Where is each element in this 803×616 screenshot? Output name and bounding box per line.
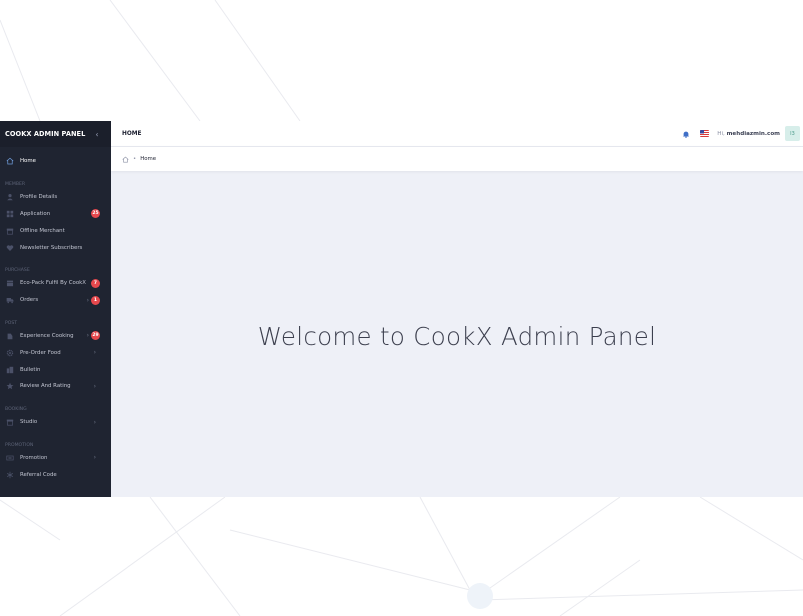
sidebar-item-label: Experience Cooking (20, 332, 74, 339)
home-icon[interactable] (122, 156, 129, 163)
grid-icon (5, 209, 14, 218)
bell-icon[interactable] (682, 130, 690, 138)
ticket-icon (5, 453, 14, 462)
star-icon (5, 382, 14, 391)
chevron-right-icon: › (86, 296, 89, 304)
gear-icon (5, 348, 14, 357)
store-icon (5, 226, 14, 235)
brand-header: COOKX ADMIN PANEL ‹ (0, 121, 111, 147)
avatar[interactable]: I3 (785, 126, 800, 141)
sidebar-item-label: Studio (20, 419, 38, 426)
sidebar-item-label: Orders (20, 297, 39, 304)
asterisk-icon (5, 470, 14, 479)
brand-title: COOKX ADMIN PANEL (5, 130, 86, 138)
breadcrumb-current: Home (140, 156, 157, 162)
chef-icon (5, 331, 14, 340)
sidebar-item-offline-merchant[interactable]: Offline Merchant (0, 222, 111, 239)
us-flag-icon[interactable] (700, 130, 710, 137)
username: mehdiazmin.com (726, 130, 780, 137)
sidebar-item-label: Application (20, 210, 51, 217)
sidebar-item-orders[interactable]: Orders › 1 (0, 292, 111, 309)
sidebar-item-label: Pre-Order Food (20, 349, 61, 356)
greeting-text: Hi, (717, 130, 725, 137)
count-badge: 7 (91, 278, 100, 288)
count-badge: 25 (91, 209, 100, 219)
chevron-right-icon: › (93, 382, 96, 390)
topbar-actions: Hi, mehdiazmin.com I3 (682, 126, 800, 141)
sidebar-item-referral-code[interactable]: Referral Code (0, 466, 111, 483)
breadcrumb-separator: • (133, 156, 137, 162)
user-icon (5, 193, 14, 202)
sidebar-item-label: Profile Details (20, 194, 58, 201)
sidebar-item-label: Offline Merchant (20, 227, 65, 234)
sidebar-item-home[interactable]: Home (0, 153, 111, 170)
content-area: Welcome to CookX Admin Panel (111, 171, 803, 497)
sidebar-nav: Home MEMBER Profile Details Application … (0, 147, 111, 483)
sidebar-item-experience-cooking[interactable]: Experience Cooking › 29 (0, 328, 111, 345)
sidebar-item-bulletin[interactable]: Bulletin (0, 361, 111, 378)
section-title-booking: BOOKING (5, 406, 27, 412)
studio-icon (5, 418, 14, 427)
breadcrumb: • Home (111, 147, 803, 171)
sidebar-item-review-and-rating[interactable]: Review And Rating › (0, 378, 111, 395)
heart-icon (5, 243, 14, 252)
chevron-right-icon: › (93, 418, 96, 426)
count-badge: 29 (91, 331, 100, 341)
chevron-right-icon: › (93, 349, 96, 357)
sidebar-item-label: Referral Code (20, 471, 57, 478)
sidebar-item-studio[interactable]: Studio › (0, 414, 111, 431)
sidebar-item-newsletter-subscribers[interactable]: Newsletter Subscribers (0, 239, 111, 256)
chevron-right-icon: › (86, 332, 89, 340)
section-title-post: POST (5, 320, 18, 326)
welcome-heading: Welcome to CookX Admin Panel (257, 321, 657, 351)
sidebar-item-label: Promotion (20, 454, 48, 461)
box-icon (5, 279, 14, 288)
section-title-member: MEMBER (5, 181, 26, 187)
count-badge: 1 (91, 295, 100, 305)
sidebar-item-label: Bulletin (20, 366, 41, 373)
home-icon (5, 157, 14, 166)
app-window: COOKX ADMIN PANEL ‹ Home MEMBER Profile … (0, 121, 803, 497)
sidebar-item-label: Newsletter Subscribers (20, 244, 83, 251)
section-title-purchase: PURCHASE (5, 267, 30, 273)
section-title-promotion: PROMOTION (5, 442, 34, 448)
page-title: HOME (122, 130, 142, 137)
sidebar-item-profile-details[interactable]: Profile Details (0, 189, 111, 206)
sidebar-item-label: Home (20, 158, 36, 165)
sidebar-item-application[interactable]: Application 25 (0, 206, 111, 223)
sidebar-item-label: Eco-Pack Fulfil By CookX (20, 280, 86, 287)
truck-icon (5, 296, 14, 305)
building-icon (5, 365, 14, 374)
chevron-right-icon: › (93, 454, 96, 462)
sidebar-item-promotion[interactable]: Promotion › (0, 450, 111, 467)
chevron-left-icon[interactable]: ‹ (95, 130, 98, 139)
sidebar-item-label: Review And Rating (20, 383, 71, 390)
main-area: HOME Hi, mehdiazmin.com I3 • Home Welcom… (111, 121, 803, 497)
sidebar: COOKX ADMIN PANEL ‹ Home MEMBER Profile … (0, 121, 111, 497)
sidebar-item-pre-order-food[interactable]: Pre-Order Food › (0, 344, 111, 361)
sidebar-item-eco-pack[interactable]: Eco-Pack Fulfil By CookX 7 (0, 275, 111, 292)
user-greeting[interactable]: Hi, mehdiazmin.com (717, 131, 780, 137)
top-bar: HOME Hi, mehdiazmin.com I3 (111, 121, 803, 147)
